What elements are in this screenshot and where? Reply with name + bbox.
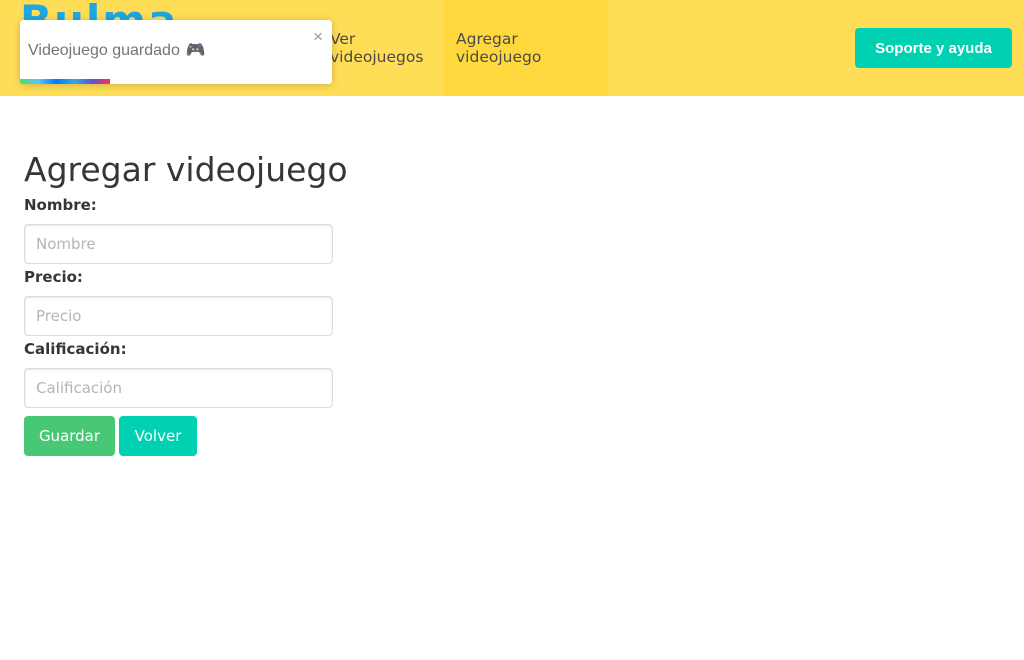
close-icon[interactable]: × [313,28,323,45]
save-button[interactable]: Guardar [24,416,115,456]
calificacion-input[interactable] [24,368,333,408]
precio-input[interactable] [24,296,333,336]
calificacion-label: Calificación: [24,340,127,358]
precio-label: Precio: [24,268,83,286]
nav-item-ver-videojuegos[interactable]: Ver videojuegos [318,0,444,96]
back-button[interactable]: Volver [119,416,197,456]
toast-text: Videojuego guardado [28,42,180,59]
toast-message: Videojuego guardado 🎮 [28,42,206,60]
nav-item-agregar-videojuego[interactable]: Agregar videojuego [444,0,608,96]
gamepad-icon: 🎮 [185,42,206,59]
page-title: Agregar videojuego [24,150,348,189]
nombre-label: Nombre: [24,196,97,214]
nombre-input[interactable] [24,224,333,264]
toast-notification[interactable]: Videojuego guardado 🎮 × [20,20,332,84]
toast-progress-bar [20,79,111,84]
support-button[interactable]: Soporte y ayuda [855,28,1012,68]
